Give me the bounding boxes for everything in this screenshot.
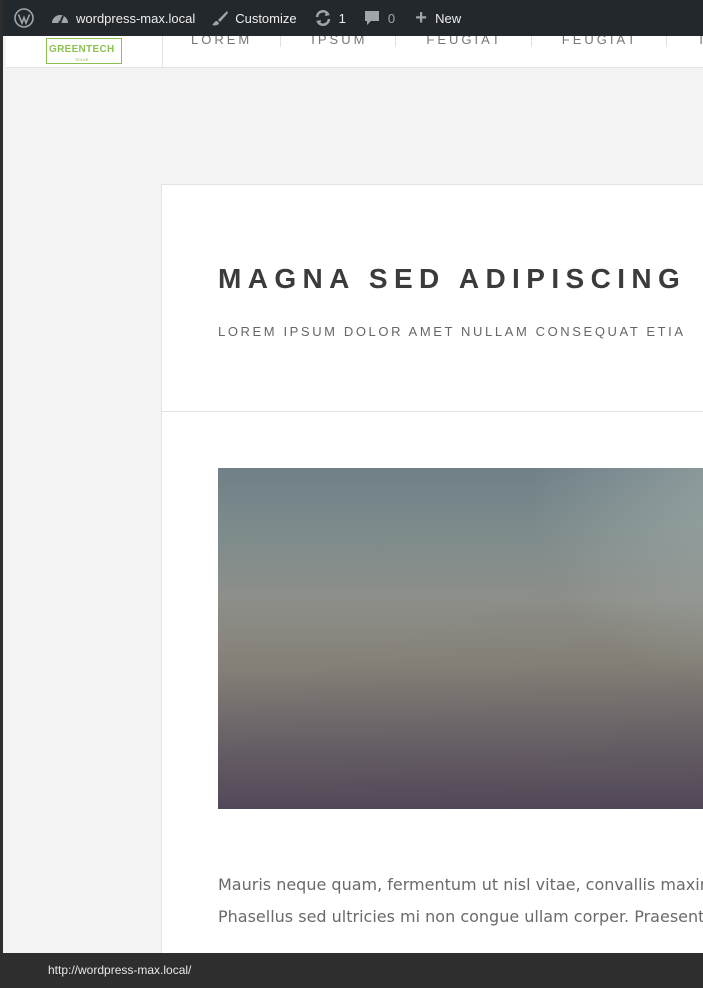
post-featured-image[interactable]	[218, 468, 703, 809]
customize-label: Customize	[235, 10, 297, 26]
browser-viewport: wordpress-max.local Customize 1 0 + New …	[0, 0, 703, 988]
comments-link[interactable]: 0	[364, 0, 395, 36]
post-body-line: Phasellus sed ultricies mi non congue ul…	[218, 907, 703, 926]
site-logo[interactable]: GREENTECH SOLAR	[46, 38, 122, 64]
wordpress-menu[interactable]	[6, 0, 42, 36]
post-header: MAGNA SED ADIPISCING LOREM IPSUM DOLOR A…	[162, 185, 703, 412]
new-label: New	[435, 10, 462, 26]
admin-bar: wordpress-max.local Customize 1 0 + New	[3, 0, 703, 36]
updates-count: 1	[338, 10, 346, 26]
comment-icon	[364, 10, 380, 26]
post-body: Mauris neque quam, fermentum ut nisl vit…	[218, 869, 703, 933]
dashboard-icon	[50, 10, 70, 26]
post-card: MAGNA SED ADIPISCING LOREM IPSUM DOLOR A…	[161, 184, 703, 964]
comments-count: 0	[387, 10, 396, 26]
customize-link[interactable]: Customize	[211, 0, 297, 36]
site-name-link[interactable]: wordpress-max.local	[50, 0, 195, 36]
post-subtitle: LOREM IPSUM DOLOR AMET NULLAM CONSEQUAT …	[218, 324, 686, 339]
link-status-bar: http://wordpress-max.local/	[3, 953, 703, 988]
post-title[interactable]: MAGNA SED ADIPISCING	[218, 263, 686, 295]
new-content-link[interactable]: + New	[413, 0, 461, 36]
logo-subtext: SOLAR	[75, 57, 89, 62]
plus-icon: +	[415, 6, 427, 29]
logo-area: GREENTECH SOLAR	[6, 36, 163, 67]
post-body-line: Mauris neque quam, fermentum ut nisl vit…	[218, 875, 703, 894]
status-url: http://wordpress-max.local/	[48, 963, 192, 977]
brush-icon	[211, 9, 229, 27]
site-header: GREENTECH SOLAR LOREM IPSUM FEUGIAT FEUG…	[6, 33, 703, 68]
update-icon	[313, 9, 333, 27]
updates-link[interactable]: 1	[313, 0, 346, 36]
site-name-label: wordpress-max.local	[76, 10, 196, 26]
wordpress-logo-icon	[14, 8, 34, 28]
logo-text: GREENTECH	[49, 44, 115, 55]
